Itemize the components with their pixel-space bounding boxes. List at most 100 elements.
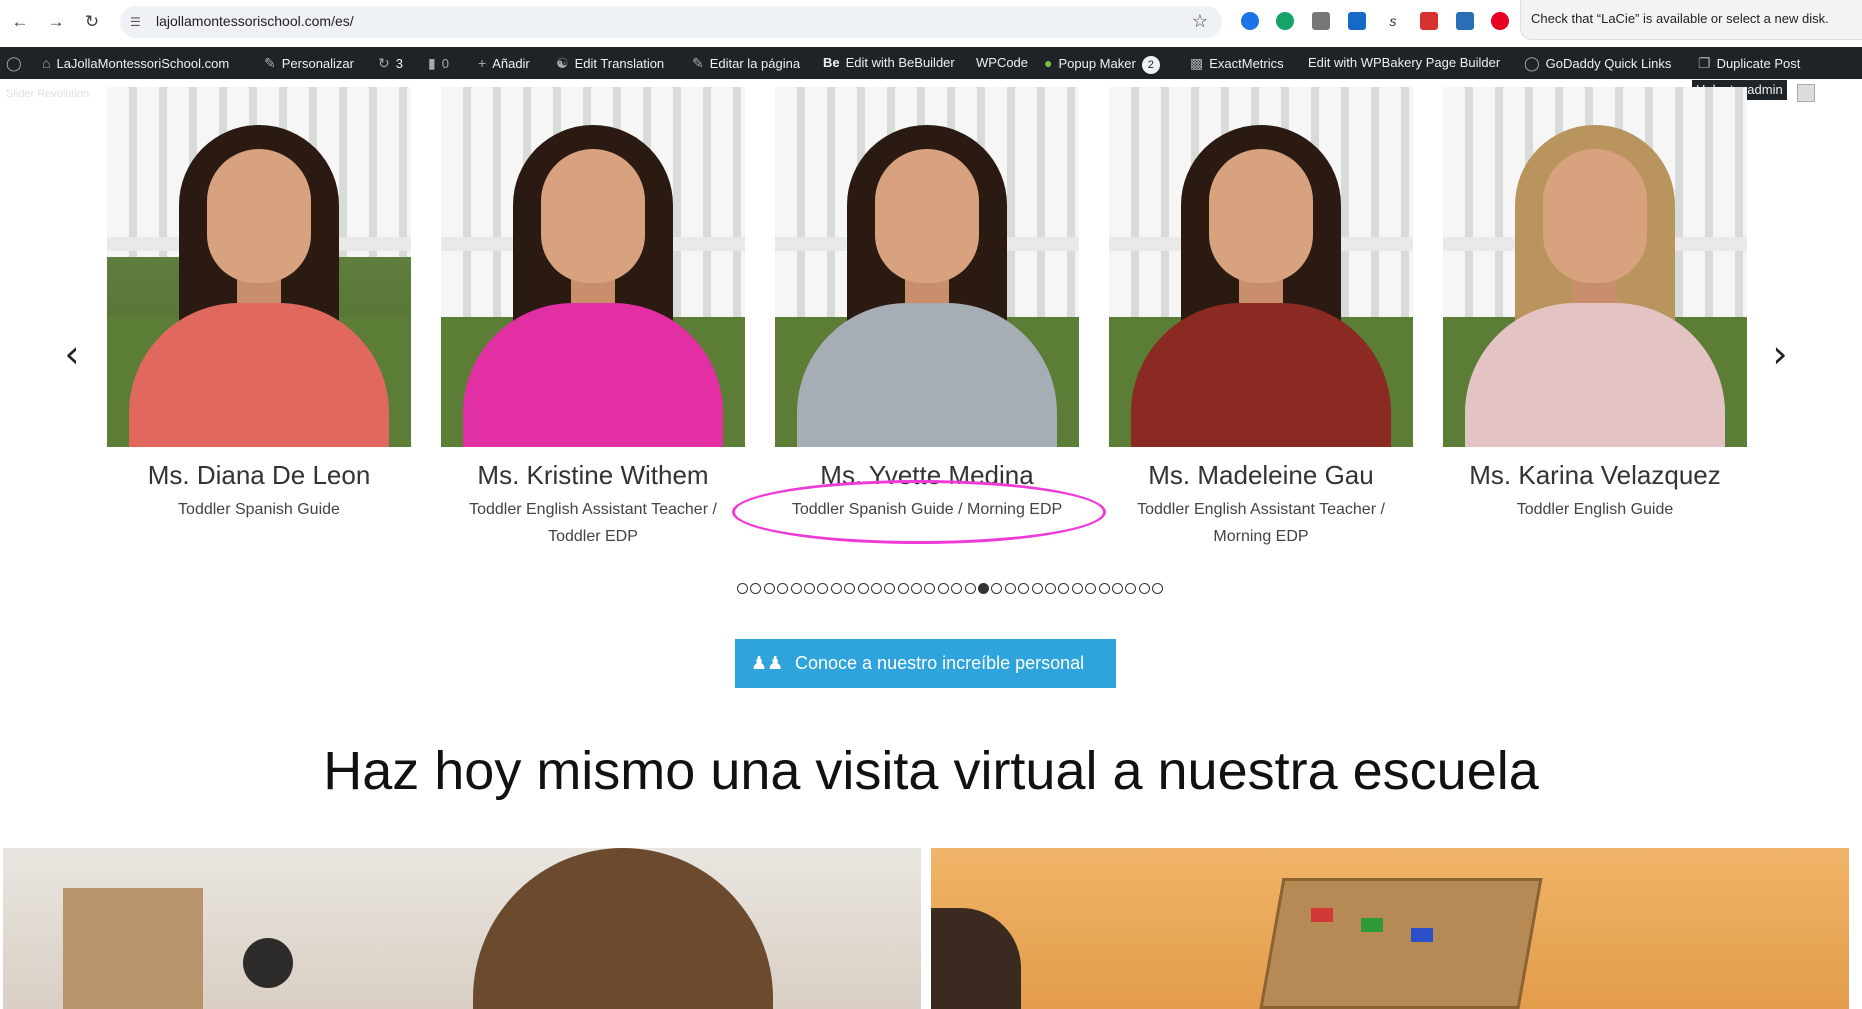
team-member-photo [1443, 87, 1747, 447]
pagination-dot[interactable] [1071, 583, 1083, 594]
reload-icon[interactable]: ↻ [80, 10, 104, 34]
adminbar-customize[interactable]: ✎ Personalizar [264, 47, 354, 79]
face-shape [1209, 149, 1313, 283]
adminbar-godaddy[interactable]: ◯ GoDaddy Quick Links [1524, 47, 1671, 79]
browser-toolbar: ← → ↻ ☰ lajollamontessorischool.com/es/ … [0, 0, 1862, 44]
green-beads [1361, 918, 1383, 932]
team-member-role: Toddler English Guide [1516, 501, 1674, 518]
adminbar-wpbakery[interactable]: Edit with WPBakery Page Builder [1308, 47, 1500, 79]
plus-icon: + [478, 55, 487, 71]
adminbar-popup-maker[interactable]: ● Popup Maker 2 [1044, 47, 1160, 79]
users-icon: ♟♟ [751, 653, 784, 673]
pagination-dot[interactable] [737, 583, 748, 594]
s-extension-icon[interactable]: s [1384, 12, 1402, 30]
disk-notification: Check that “LaCie” is available or selec… [1520, 0, 1862, 40]
pagination-dot[interactable] [870, 583, 882, 594]
adminbar-edit-page[interactable]: ✎ Editar la página [692, 47, 800, 79]
pagination-dot[interactable] [763, 583, 775, 594]
extension-icon-6[interactable] [1420, 12, 1438, 30]
popup-maker-icon: ● [1044, 55, 1053, 71]
pagination-dot[interactable] [1111, 583, 1123, 594]
pagination-dot[interactable] [844, 583, 856, 594]
team-member-name: Ms. Kristine Withem [477, 460, 709, 490]
team-card[interactable]: Ms. Karina Velazquez Toddler English Guid… [1443, 87, 1747, 557]
pagination-dot[interactable] [1098, 583, 1110, 594]
classroom-photo [3, 848, 921, 1009]
team-member-photo [1109, 87, 1413, 447]
pagination-dot[interactable] [884, 583, 896, 594]
pagination-dot[interactable] [790, 583, 802, 594]
team-card[interactable]: Ms. Madeleine Gau Toddler English Assista… [1109, 87, 1413, 557]
face-shape [1543, 149, 1647, 283]
meet-staff-button[interactable]: ♟♟ Conoce a nuestro increíble personal [735, 639, 1116, 688]
pagination-dot[interactable] [1044, 583, 1056, 594]
bar-chart-icon: ▩ [1190, 55, 1204, 71]
adminbar-bebuilder[interactable]: Be Edit with BeBuilder [823, 47, 955, 79]
pagination-dot[interactable] [857, 583, 869, 594]
site-settings-icon[interactable]: ☰ [130, 14, 146, 30]
blue-beads [1411, 928, 1433, 942]
team-card[interactable]: Ms. Kristine Withem Toddler English Assis… [441, 87, 745, 557]
adminbar-duplicate[interactable]: ❐ Duplicate Post [1698, 47, 1800, 79]
comment-icon: ▮ [428, 55, 436, 71]
adminbar-site[interactable]: ⌂ LaJollaMontessoriSchool.com [42, 47, 229, 79]
pagination-dot[interactable] [803, 583, 815, 594]
team-member-photo [775, 87, 1079, 447]
bead-tray-shape [1259, 878, 1543, 1009]
extension-icon-4[interactable] [1348, 12, 1366, 30]
adminbar-updates[interactable]: ↻ 3 [378, 47, 403, 79]
pagination-dot[interactable] [777, 583, 789, 594]
adminbar-exactmetrics[interactable]: ▩ ExactMetrics [1190, 47, 1284, 79]
pagination-dot[interactable] [1138, 583, 1150, 594]
grammarly-icon[interactable] [1276, 12, 1294, 30]
pagination-dot[interactable] [1152, 583, 1164, 594]
pagination-dot[interactable] [1085, 583, 1097, 594]
extension-icon-7[interactable] [1456, 12, 1474, 30]
wordpress-logo-icon[interactable]: ◯ [6, 47, 28, 79]
adminbar-add-new[interactable]: + Añadir [478, 47, 530, 79]
meet-staff-label: Conoce a nuestro increíble personal [795, 653, 1085, 673]
team-card[interactable]: Ms. Diana De Leon Toddler Spanish Guide [107, 87, 411, 557]
brush-icon: ✎ [264, 55, 276, 71]
pinterest-icon[interactable] [1491, 12, 1509, 30]
pagination-dot[interactable] [750, 583, 762, 594]
godaddy-icon: ◯ [1524, 55, 1540, 71]
child-hair-shape [473, 848, 773, 1009]
shelf-shape [63, 888, 203, 1009]
bebuilder-logo: Be [823, 55, 840, 70]
duplicate-icon: ❐ [1698, 55, 1711, 71]
address-bar[interactable]: ☰ lajollamontessorischool.com/es/ ☆ [120, 6, 1222, 38]
adminbar-comments[interactable]: ▮ 0 [428, 47, 449, 79]
pagination-dot[interactable] [1031, 583, 1043, 594]
pagination-dot[interactable] [1018, 583, 1030, 594]
extension-icon-1[interactable] [1241, 12, 1259, 30]
team-member-role: Toddler English Assistant Teacher / Todd… [469, 501, 717, 545]
pagination-dot[interactable] [978, 583, 990, 594]
slider-revolution-label: Slider Revolution [6, 88, 90, 100]
toddler-shape [243, 938, 293, 988]
pagination-dot[interactable] [1125, 583, 1137, 594]
pagination-dot[interactable] [951, 583, 963, 594]
pagination-dot[interactable] [991, 583, 1003, 594]
montessori-materials-photo [931, 848, 1849, 1009]
virtual-tour-heading: Haz hoy mismo una visita virtual a nuest… [323, 741, 1539, 801]
carousel-next-arrow-icon[interactable]: › [1766, 334, 1794, 374]
pagination-dot[interactable] [1004, 583, 1016, 594]
carousel-prev-arrow-icon[interactable]: ‹ [58, 334, 86, 374]
pagination-dot[interactable] [897, 583, 909, 594]
adminbar-edit-translation[interactable]: ☯ Edit Translation [556, 47, 664, 79]
user-avatar[interactable] [1797, 84, 1815, 102]
adminbar-wpcode[interactable]: WPCode [976, 47, 1028, 79]
pagination-dot[interactable] [964, 583, 976, 594]
back-arrow-icon[interactable]: ← [8, 10, 32, 34]
wp-admin-bar: ◯ ⌂ LaJollaMontessoriSchool.com ✎ Personal… [0, 47, 1862, 79]
forward-arrow-icon[interactable]: → [44, 10, 68, 34]
pagination-dot[interactable] [830, 583, 842, 594]
bookmark-star-icon[interactable]: ☆ [1192, 11, 1208, 32]
pagination-dot[interactable] [1058, 583, 1070, 594]
camera-icon[interactable] [1312, 12, 1330, 30]
pagination-dot[interactable] [924, 583, 936, 594]
pagination-dot[interactable] [911, 583, 923, 594]
pagination-dot[interactable] [817, 583, 829, 594]
pagination-dot[interactable] [937, 583, 949, 594]
